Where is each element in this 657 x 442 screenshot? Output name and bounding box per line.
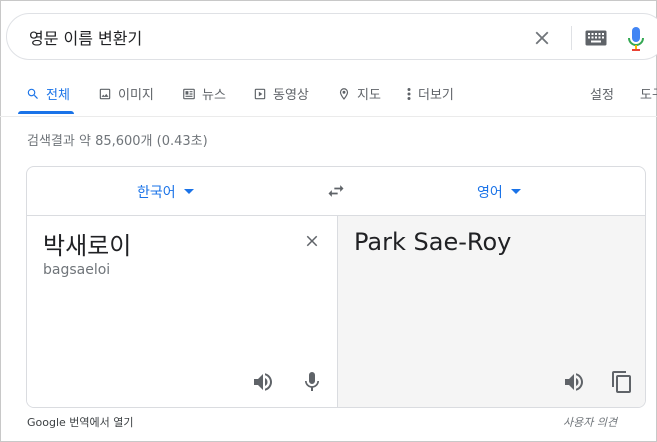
result-stats: 검색결과 약 85,600개 (0.43초) [27,134,208,149]
translated-text: Park Sae-Roy [354,228,512,256]
search-divider [571,26,572,50]
tab-videos[interactable]: 동영상 [253,84,309,103]
target-language-label: 영어 [477,185,503,201]
keyboard-icon [585,30,607,46]
image-icon [99,88,111,99]
feedback-link[interactable]: 사용자 의견 [563,414,617,430]
speaker-icon [254,373,272,391]
clear-source-button[interactable] [303,232,321,250]
tools-link[interactable]: 도구 [640,84,657,103]
active-tab-indicator [18,111,74,114]
tools-label: 도구 [640,88,657,103]
target-pane: Park Sae-Roy [337,216,645,407]
language-selector-row: 한국어 영어 [27,167,645,216]
tab-news-label: 뉴스 [202,88,226,103]
copy-translation-button[interactable] [610,370,634,394]
search-input[interactable] [29,27,509,46]
tab-images[interactable]: 이미지 [98,84,154,103]
tab-more[interactable]: 더보기 [406,84,454,103]
tab-all[interactable]: 전체 [26,84,70,103]
voice-input-button[interactable] [300,370,324,394]
romanization-text: bagsaeloi [43,262,111,278]
tab-all-label: 전체 [46,88,70,103]
settings-link[interactable]: 설정 [590,84,614,103]
tab-videos-label: 동영상 [273,88,309,103]
search-icon [27,88,38,99]
settings-label: 설정 [590,88,614,103]
tabs-divider [0,116,657,117]
source-pane: 박새로이 bagsaeloi [27,216,337,407]
translate-card: 한국어 영어 박새로이 bagsaeloi Park Sae-Roy [26,166,646,408]
keyboard-button[interactable] [585,30,607,46]
microphone-icon [628,27,644,51]
tab-maps[interactable]: 지도 [337,84,381,103]
video-icon [254,88,266,99]
microphone-icon [305,372,319,391]
voice-search-button[interactable] [627,26,645,52]
tab-maps-label: 지도 [357,88,381,103]
tab-images-label: 이미지 [118,88,154,103]
swap-languages-button[interactable] [325,181,347,201]
news-icon [183,88,195,99]
listen-translation-button[interactable] [562,370,586,394]
tab-more-label: 더보기 [418,88,454,103]
speaker-icon [565,373,583,391]
close-icon [306,235,318,247]
open-in-translate-link[interactable]: Google 번역에서 열기 [27,414,134,430]
tab-news[interactable]: 뉴스 [182,84,226,103]
map-pin-icon [339,87,349,100]
copy-icon [612,371,631,393]
swap-arrows-icon [328,185,344,197]
search-tabs: 전체 이미지 뉴스 동영상 지도 더보기 설정 도구 [0,78,657,116]
target-language-select[interactable]: 영어 [477,182,521,202]
dropdown-arrow-icon [510,189,521,194]
source-text[interactable]: 박새로이 [43,226,131,261]
source-language-label: 한국어 [137,185,176,201]
close-icon [535,31,549,45]
dropdown-arrow-icon [183,189,194,194]
listen-source-button[interactable] [251,370,275,394]
more-vert-icon [407,87,411,100]
source-language-select[interactable]: 한국어 [137,182,194,202]
clear-search-button[interactable] [531,27,553,49]
search-bar[interactable] [6,13,657,60]
